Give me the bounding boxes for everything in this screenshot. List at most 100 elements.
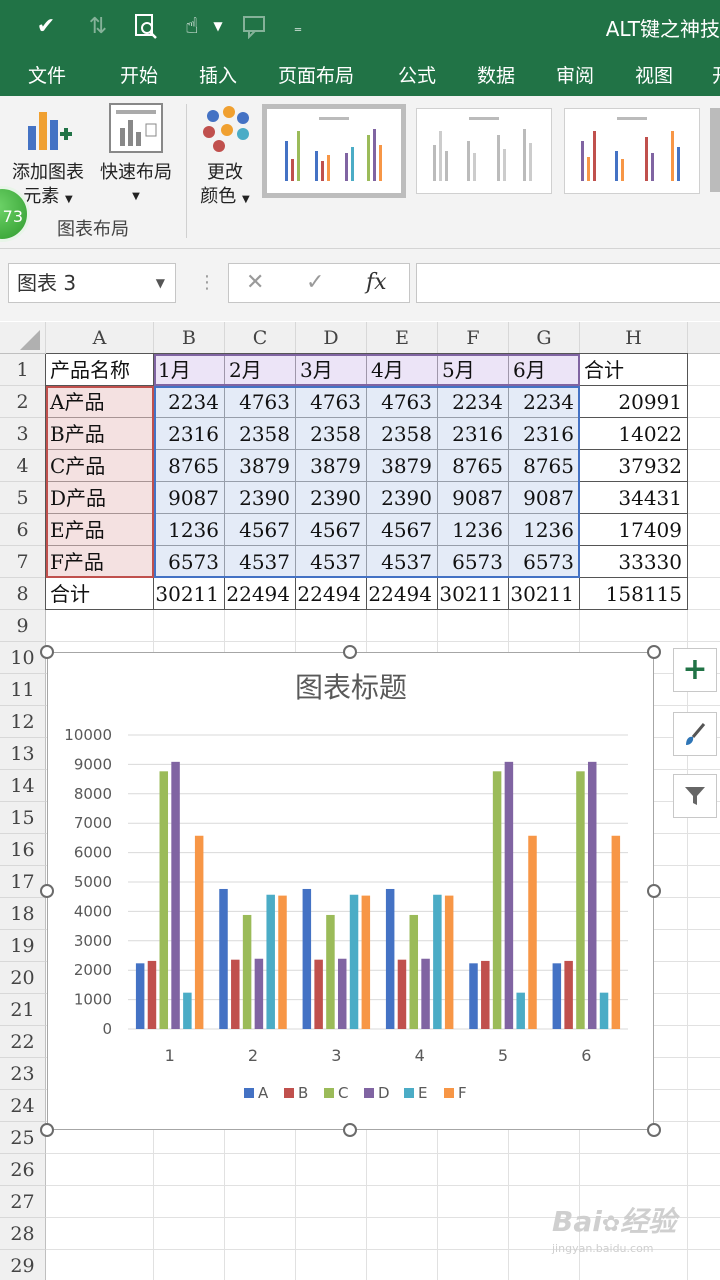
- row-header[interactable]: 10: [0, 642, 46, 674]
- cell[interactable]: 8765: [438, 450, 509, 482]
- select-all-corner[interactable]: [0, 322, 46, 354]
- cell[interactable]: 2316: [509, 418, 580, 450]
- cell[interactable]: 合计: [580, 354, 688, 386]
- cell[interactable]: 22494: [296, 578, 367, 610]
- row-header[interactable]: 2: [0, 386, 46, 418]
- column-header-b[interactable]: B: [154, 322, 225, 354]
- column-header-g[interactable]: G: [509, 322, 580, 354]
- chart-filters-button[interactable]: [673, 774, 717, 818]
- row-header[interactable]: 6: [0, 514, 46, 546]
- cell[interactable]: 6573: [438, 546, 509, 578]
- cell[interactable]: D产品: [46, 482, 154, 514]
- cell[interactable]: 30211: [509, 578, 580, 610]
- insert-function-icon[interactable]: fx: [366, 263, 387, 303]
- cell[interactable]: 2316: [438, 418, 509, 450]
- row-header[interactable]: 29: [0, 1250, 46, 1280]
- resize-handle[interactable]: [40, 645, 54, 659]
- cell[interactable]: 4763: [367, 386, 438, 418]
- row-header[interactable]: 18: [0, 898, 46, 930]
- cell[interactable]: F产品: [46, 546, 154, 578]
- cell[interactable]: 1236: [438, 514, 509, 546]
- cell[interactable]: A产品: [46, 386, 154, 418]
- enter-icon[interactable]: ✓: [306, 263, 324, 303]
- column-header-h[interactable]: H: [580, 322, 688, 354]
- chart-area[interactable]: 图表标题 10000 9000 8000 7000 6000 5000 4000 3000 200…: [47, 652, 654, 1130]
- row-header[interactable]: 16: [0, 834, 46, 866]
- resize-handle[interactable]: [647, 1123, 661, 1137]
- row-header[interactable]: 20: [0, 962, 46, 994]
- row-header[interactable]: 12: [0, 706, 46, 738]
- cell[interactable]: 3879: [367, 450, 438, 482]
- cell[interactable]: 合计: [46, 578, 154, 610]
- resize-handle[interactable]: [40, 1123, 54, 1137]
- tab-insert[interactable]: 插入: [199, 61, 237, 88]
- print-preview-icon[interactable]: [130, 10, 162, 42]
- cell[interactable]: 9087: [438, 482, 509, 514]
- cell[interactable]: C产品: [46, 450, 154, 482]
- chart-elements-button[interactable]: +: [673, 648, 717, 692]
- row-header[interactable]: 3: [0, 418, 46, 450]
- column-header-d[interactable]: D: [296, 322, 367, 354]
- row-header[interactable]: 24: [0, 1090, 46, 1122]
- cell[interactable]: 30211: [154, 578, 225, 610]
- tab-formulas[interactable]: 公式: [398, 61, 436, 88]
- cell[interactable]: 4567: [225, 514, 296, 546]
- cell[interactable]: 5月: [438, 354, 509, 386]
- cell[interactable]: 2316: [154, 418, 225, 450]
- cell[interactable]: 3879: [225, 450, 296, 482]
- worksheet-grid[interactable]: A B C D E F G H 1 2 3 4 5 6 7 8 9 10 11 12 13 14 15 16 17 18 19 20 2…: [0, 322, 720, 1280]
- format-painter-icon[interactable]: ✔: [30, 10, 62, 42]
- row-header[interactable]: 13: [0, 738, 46, 770]
- cell[interactable]: B产品: [46, 418, 154, 450]
- column-header-e[interactable]: E: [367, 322, 438, 354]
- cell[interactable]: 8765: [509, 450, 580, 482]
- column-header-f[interactable]: F: [438, 322, 509, 354]
- cell[interactable]: 17409: [580, 514, 688, 546]
- cell[interactable]: 4567: [367, 514, 438, 546]
- row-header[interactable]: 1: [0, 354, 46, 386]
- cell[interactable]: 34431: [580, 482, 688, 514]
- cell[interactable]: 4763: [296, 386, 367, 418]
- row-header[interactable]: 17: [0, 866, 46, 898]
- cell[interactable]: 2390: [225, 482, 296, 514]
- cell[interactable]: 14022: [580, 418, 688, 450]
- cell[interactable]: 2390: [296, 482, 367, 514]
- cell[interactable]: 产品名称: [46, 354, 154, 386]
- cell[interactable]: 2358: [296, 418, 367, 450]
- cell[interactable]: 2358: [367, 418, 438, 450]
- chart-style-thumbnail-1[interactable]: [262, 104, 406, 198]
- row-header[interactable]: 23: [0, 1058, 46, 1090]
- cell[interactable]: 3879: [296, 450, 367, 482]
- cell[interactable]: 2234: [438, 386, 509, 418]
- row-header[interactable]: 28: [0, 1218, 46, 1250]
- cell[interactable]: 2234: [154, 386, 225, 418]
- cell[interactable]: 8765: [154, 450, 225, 482]
- resize-handle[interactable]: [647, 884, 661, 898]
- cancel-icon[interactable]: ✕: [246, 263, 264, 303]
- tab-home[interactable]: 开始: [120, 61, 158, 88]
- column-header-c[interactable]: C: [225, 322, 296, 354]
- cell[interactable]: 30211: [438, 578, 509, 610]
- cell[interactable]: 2358: [225, 418, 296, 450]
- cell[interactable]: 4567: [296, 514, 367, 546]
- comment-icon[interactable]: [238, 10, 270, 42]
- cell[interactable]: 37932: [580, 450, 688, 482]
- column-header-blank[interactable]: [688, 322, 720, 354]
- cell[interactable]: 20991: [580, 386, 688, 418]
- chart-style-thumbnail-3[interactable]: [564, 108, 700, 194]
- chevron-down-icon[interactable]: ▼: [156, 264, 165, 302]
- name-box[interactable]: 图表 3 ▼: [8, 263, 176, 303]
- cell[interactable]: 6573: [154, 546, 225, 578]
- tab-view[interactable]: 视图: [635, 61, 673, 88]
- cell[interactable]: 158115: [580, 578, 688, 610]
- cell[interactable]: 1月: [154, 354, 225, 386]
- cell[interactable]: 3月: [296, 354, 367, 386]
- gallery-scroll[interactable]: [710, 108, 720, 192]
- chevron-down-icon[interactable]: ▼: [202, 10, 234, 42]
- row-header[interactable]: 19: [0, 930, 46, 962]
- cell[interactable]: 4537: [225, 546, 296, 578]
- cell[interactable]: 22494: [367, 578, 438, 610]
- tab-more[interactable]: 开: [712, 61, 720, 88]
- tab-review[interactable]: 审阅: [556, 61, 594, 88]
- row-header[interactable]: 9: [0, 610, 46, 642]
